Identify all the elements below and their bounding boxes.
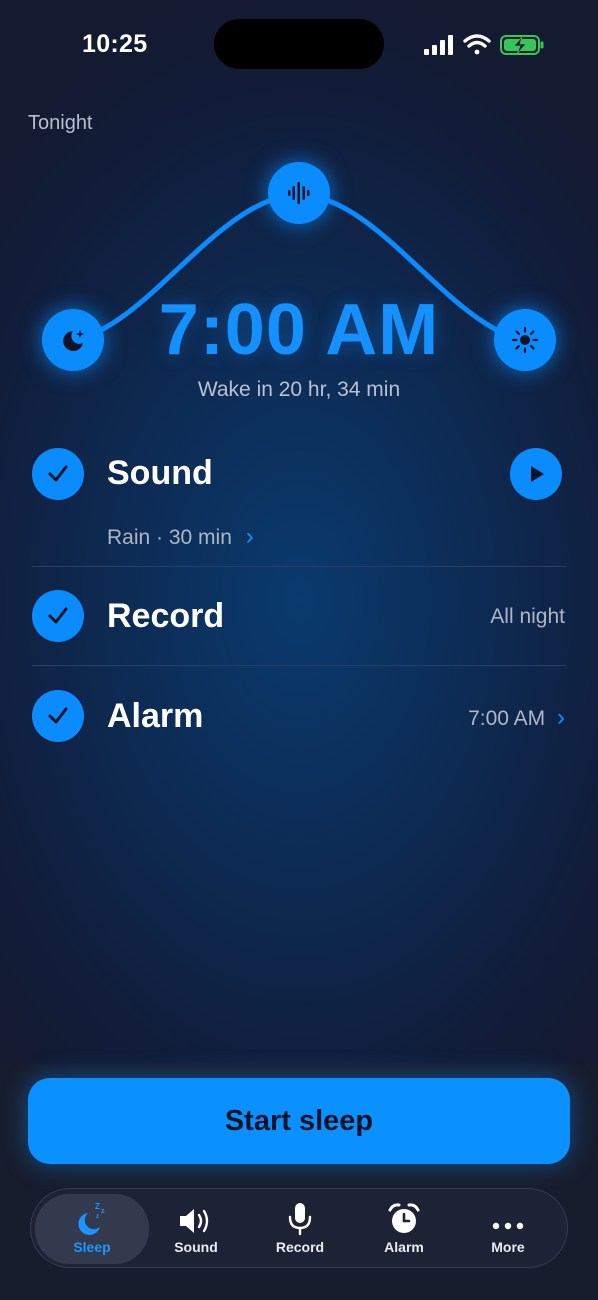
checkmark-icon [48,607,68,624]
svg-text:z: z [101,1208,105,1215]
tab-label: Sound [174,1239,218,1255]
tab-label: Alarm [384,1239,424,1255]
alarm-time-display[interactable]: 7:00 AM [0,290,598,370]
sound-waveform-button[interactable] [268,162,330,224]
divider [32,665,566,666]
moon-zzz-icon: Z z z [78,1202,105,1235]
wake-in-text: Wake in 20 hr, 34 min [197,378,401,401]
alarm-checkbox[interactable] [32,690,84,742]
play-sound-button[interactable] [510,448,562,500]
tab-label: More [491,1239,525,1255]
alarm-value-link[interactable]: 7:00 AM › [468,704,565,732]
tonight-label: Tonight [28,112,93,134]
wifi-icon [463,34,491,55]
sound-detail-text: Rain · 30 min [107,526,232,549]
chevron-right-icon: › [245,523,254,550]
checkmark-icon [48,465,68,482]
tab-sound[interactable]: Sound [143,1194,249,1264]
tab-sleep[interactable]: Z z z Sleep [35,1194,149,1264]
svg-text:Z: Z [95,1202,100,1211]
play-icon [531,466,544,482]
sound-row-title[interactable]: Sound [107,454,213,493]
tab-label: Sleep [73,1239,111,1255]
tab-more[interactable]: More [455,1194,561,1264]
record-row-title[interactable]: Record [107,597,224,636]
sound-detail-link[interactable]: Rain · 30 min › [107,523,254,551]
cellular-signal-icon [424,35,453,55]
record-value[interactable]: All night [490,605,565,629]
sound-checkbox[interactable] [32,448,84,500]
tab-bar: Z z z Sleep Sound Record Alarm More [30,1188,568,1268]
speaker-icon [180,1209,209,1233]
record-checkbox[interactable] [32,590,84,642]
chevron-right-icon: › [557,704,565,731]
dynamic-island [214,19,384,69]
alarm-value: 7:00 AM [468,707,546,730]
divider [32,566,566,567]
more-icon [492,1222,524,1230]
status-icons [424,34,544,55]
tab-alarm[interactable]: Alarm [351,1194,457,1264]
checkmark-icon [48,707,68,724]
status-time: 10:25 [82,30,148,58]
svg-text:z: z [96,1214,99,1220]
alarm-clock-icon [388,1203,420,1233]
alarm-row-title[interactable]: Alarm [107,697,203,736]
start-sleep-button[interactable]: Start sleep [28,1078,570,1164]
battery-charging-icon [500,35,544,55]
tab-label: Record [275,1239,325,1255]
microphone-icon [288,1203,312,1236]
waveform-icon [288,182,310,204]
tab-record[interactable]: Record [247,1194,353,1264]
